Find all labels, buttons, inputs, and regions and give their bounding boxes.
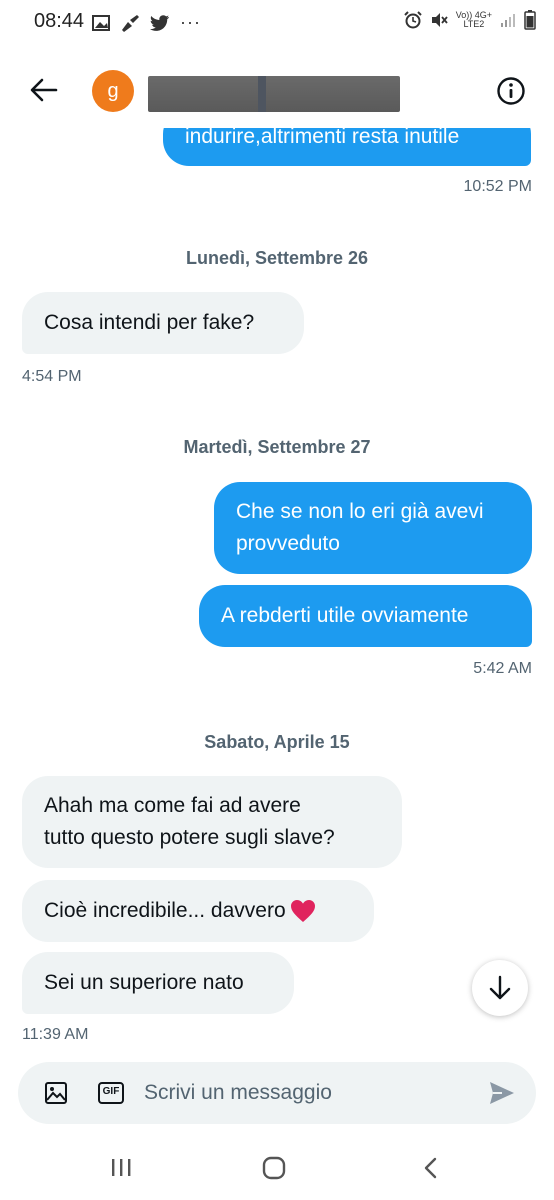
redacted-username[interactable] <box>148 76 400 112</box>
system-back-button[interactable] <box>420 1156 442 1185</box>
send-icon <box>490 1082 514 1104</box>
gif-button[interactable]: GIF <box>98 1082 124 1109</box>
chevron-left-icon <box>424 1157 437 1179</box>
recent-apps-button[interactable] <box>110 1156 132 1183</box>
date-separator: Sabato, Aprile 15 <box>204 732 350 752</box>
message-timestamp: 5:42 AM <box>473 660 532 677</box>
info-button[interactable] <box>496 76 526 106</box>
home-icon <box>262 1156 286 1180</box>
message-received[interactable]: Cosa intendi per fake? <box>22 292 304 354</box>
message-sent[interactable]: A rebderti utile ovviamente <box>199 585 532 647</box>
message-timestamp: 10:52 PM <box>463 178 532 195</box>
recent-apps-icon <box>112 1159 131 1176</box>
add-image-button[interactable] <box>44 1081 68 1110</box>
back-button[interactable] <box>28 74 60 106</box>
image-icon <box>45 1082 67 1104</box>
conversation[interactable]: indurire,altrimenti resta inutile 10:52 … <box>0 0 554 1200</box>
message-timestamp: 11:39 AM <box>22 1026 89 1043</box>
message-received[interactable]: Ahah ma come fai ad avere tutto questo p… <box>22 776 402 868</box>
avatar[interactable]: g <box>92 70 134 112</box>
message-received[interactable]: Cioè incredibile... davvero <box>22 880 374 942</box>
conversation-header: g <box>0 56 554 128</box>
message-input[interactable]: Scrivi un messaggio <box>144 1062 332 1124</box>
back-arrow-icon <box>30 78 58 102</box>
message-sent[interactable]: Che se non lo eri già avevi provveduto <box>214 482 532 574</box>
message-timestamp: 4:54 PM <box>22 368 82 385</box>
scroll-to-bottom-button[interactable] <box>472 960 528 1016</box>
message-received[interactable]: Sei un superiore nato <box>22 952 294 1014</box>
date-separator: Martedì, Settembre 27 <box>183 437 371 457</box>
home-button[interactable] <box>262 1156 286 1185</box>
arrow-down-icon <box>489 975 511 1000</box>
message-composer: GIF Scrivi un messaggio <box>18 1062 536 1124</box>
system-navigation-bar <box>0 1140 554 1200</box>
heart-icon <box>290 900 315 922</box>
send-button[interactable] <box>488 1079 516 1112</box>
info-icon <box>497 77 525 105</box>
date-separator: Lunedì, Settembre 26 <box>185 248 369 268</box>
